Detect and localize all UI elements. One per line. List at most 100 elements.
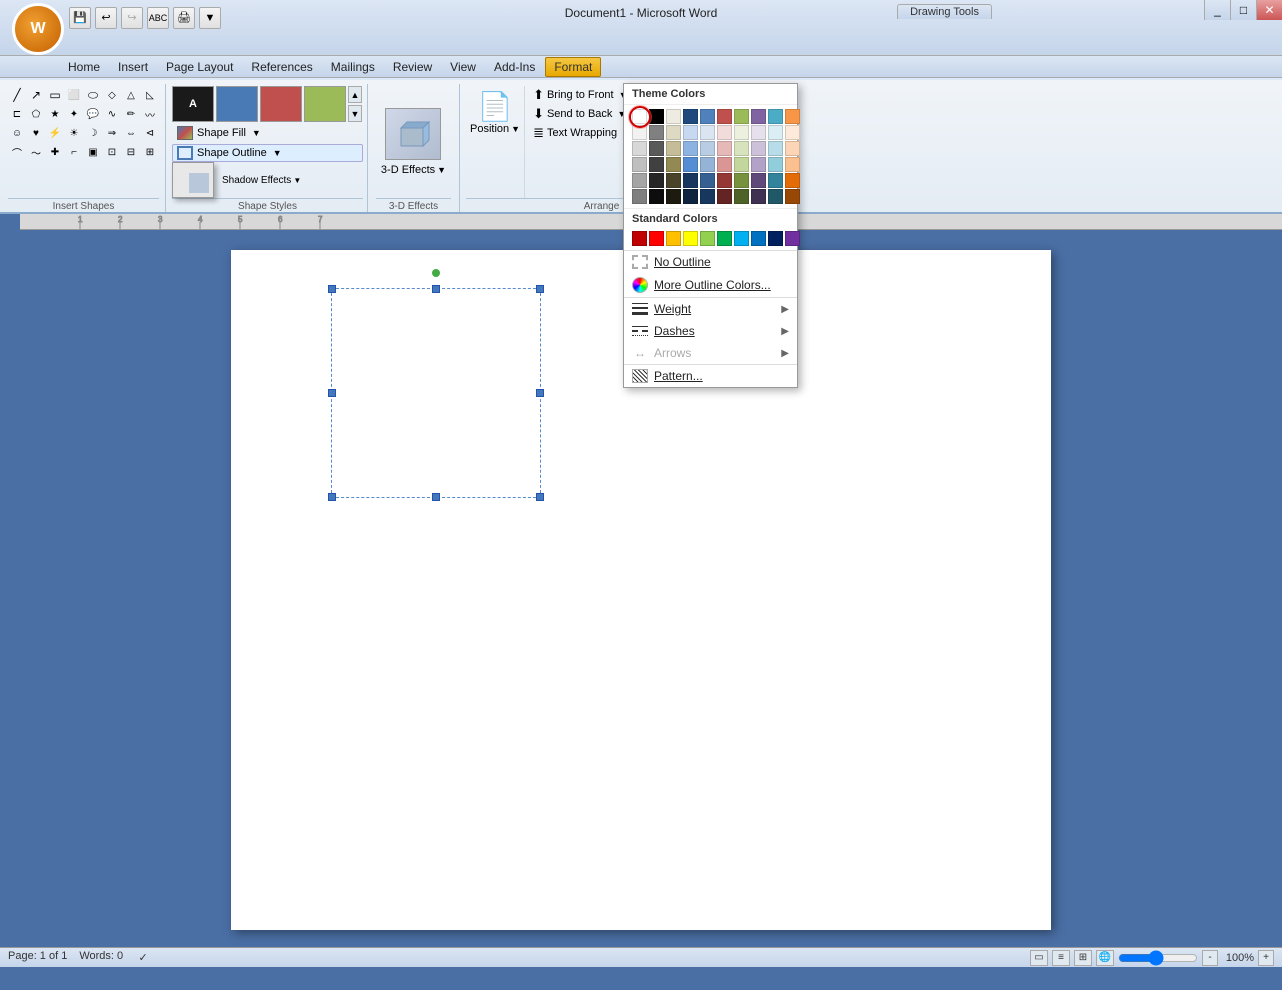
theme-color-cell[interactable]	[632, 189, 647, 204]
shape-bracket-btn[interactable]: ⌐	[65, 143, 83, 161]
shape-frame-btn[interactable]: ▣	[84, 143, 102, 161]
shape-pentagon-btn[interactable]: ⬠	[27, 105, 45, 123]
theme-color-cell[interactable]	[751, 173, 766, 188]
shape-diamond-btn[interactable]: ◇	[103, 86, 121, 104]
swatch-scroll-dn[interactable]: ▼	[348, 105, 362, 122]
minimize-btn[interactable]: _	[1204, 0, 1230, 20]
menu-addins[interactable]: Add-Ins	[486, 58, 543, 76]
shape-extra1-btn[interactable]: ⊟	[122, 143, 140, 161]
three-d-effects-btn[interactable]: 3-D Effects ▼	[381, 164, 446, 176]
theme-color-cell[interactable]	[666, 157, 681, 172]
shape-curve-btn[interactable]: ∿	[103, 105, 121, 123]
text-wrapping-btn[interactable]: ≣ Text Wrapping ▼	[529, 124, 635, 142]
standard-color-cell[interactable]	[751, 231, 766, 246]
theme-color-cell[interactable]	[785, 173, 800, 188]
print-preview-btn[interactable]: 🖨	[173, 7, 195, 29]
three-d-btn[interactable]	[385, 108, 441, 160]
theme-color-cell[interactable]	[683, 141, 698, 156]
theme-color-cell[interactable]	[768, 173, 783, 188]
theme-color-cell[interactable]	[666, 189, 681, 204]
shape-smiley-btn[interactable]: ☺	[8, 124, 26, 142]
shape-sun-btn[interactable]: ☀	[65, 124, 83, 142]
save-btn[interactable]: 💾	[69, 7, 91, 29]
view-outline-btn[interactable]: ≡	[1052, 950, 1070, 966]
standard-color-cell[interactable]	[666, 231, 681, 246]
handle-tr[interactable]	[536, 285, 544, 293]
swatch-1[interactable]: A	[172, 86, 214, 122]
shape-arrow-btn[interactable]: ↗	[27, 86, 45, 104]
menu-home[interactable]: Home	[60, 58, 108, 76]
bring-to-front-btn[interactable]: ⬆ Bring to Front ▼	[529, 86, 631, 104]
standard-color-cell[interactable]	[717, 231, 732, 246]
theme-color-cell[interactable]	[666, 125, 681, 140]
theme-color-cell[interactable]	[717, 125, 732, 140]
handle-bl[interactable]	[328, 493, 336, 501]
standard-color-cell[interactable]	[734, 231, 749, 246]
menu-page-layout[interactable]: Page Layout	[158, 58, 241, 76]
shape-doublearrow-btn[interactable]: ⇔	[122, 124, 140, 142]
undo-btn[interactable]: ↩	[95, 7, 117, 29]
shape-notch-btn[interactable]: ⊲	[141, 124, 159, 142]
theme-color-cell[interactable]	[666, 109, 681, 124]
maximize-btn[interactable]: □	[1230, 0, 1256, 20]
theme-color-cell[interactable]	[649, 173, 664, 188]
swatch-4[interactable]	[304, 86, 346, 122]
view-web-btn[interactable]: 🌐	[1096, 950, 1114, 966]
theme-color-cell[interactable]	[700, 125, 715, 140]
swatch-3[interactable]	[260, 86, 302, 122]
selected-shape[interactable]	[331, 288, 541, 498]
theme-color-cell[interactable]	[751, 189, 766, 204]
theme-color-cell[interactable]	[751, 125, 766, 140]
menu-view[interactable]: View	[442, 58, 484, 76]
theme-color-cell[interactable]	[717, 109, 732, 124]
shape-callout-btn[interactable]: 💬	[84, 105, 102, 123]
shape-rtri-btn[interactable]: ◺	[141, 86, 159, 104]
no-outline-item[interactable]: No Outline	[624, 251, 797, 273]
shape-wave-btn[interactable]: 〜	[27, 143, 45, 161]
shape-moon-btn[interactable]: ☽	[84, 124, 102, 142]
theme-color-cell[interactable]	[632, 109, 647, 124]
close-btn[interactable]: ✕	[1256, 0, 1282, 20]
shape-line-btn[interactable]: ╱	[8, 86, 26, 104]
theme-color-cell[interactable]	[700, 173, 715, 188]
shape-starburst-btn[interactable]: ✦	[65, 105, 83, 123]
shape-star-btn[interactable]: ★	[46, 105, 64, 123]
theme-color-cell[interactable]	[717, 141, 732, 156]
theme-color-cell[interactable]	[717, 189, 732, 204]
shape-heart-btn[interactable]: ♥	[27, 124, 45, 142]
spell-check-icon[interactable]: ✓	[135, 950, 151, 966]
zoom-slider[interactable]	[1118, 952, 1198, 964]
shape-freeform-btn[interactable]: ✏	[122, 105, 140, 123]
theme-color-cell[interactable]	[768, 157, 783, 172]
theme-color-cell[interactable]	[785, 141, 800, 156]
menu-references[interactable]: References	[243, 58, 320, 76]
theme-color-cell[interactable]	[700, 157, 715, 172]
theme-color-cell[interactable]	[632, 173, 647, 188]
shadow-box[interactable]	[172, 162, 214, 198]
shape-curve2-btn[interactable]: ⌒	[8, 143, 26, 161]
shape-plus-btn[interactable]: ✚	[46, 143, 64, 161]
theme-color-cell[interactable]	[632, 141, 647, 156]
theme-color-cell[interactable]	[717, 157, 732, 172]
theme-color-cell[interactable]	[649, 189, 664, 204]
shape-block-arrow-btn[interactable]: ⇒	[103, 124, 121, 142]
pattern-item[interactable]: Pattern...	[624, 365, 797, 387]
theme-color-cell[interactable]	[683, 157, 698, 172]
theme-color-cell[interactable]	[734, 109, 749, 124]
handle-ml[interactable]	[328, 389, 336, 397]
standard-color-cell[interactable]	[768, 231, 783, 246]
office-button[interactable]: W	[12, 3, 64, 55]
theme-color-cell[interactable]	[734, 189, 749, 204]
customize-btn[interactable]: ▼	[199, 7, 221, 29]
theme-color-cell[interactable]	[785, 125, 800, 140]
handle-bc[interactable]	[432, 493, 440, 501]
swatch-2[interactable]	[216, 86, 258, 122]
theme-color-cell[interactable]	[649, 109, 664, 124]
theme-color-cell[interactable]	[649, 157, 664, 172]
position-btn[interactable]: Position ▼	[470, 123, 520, 135]
theme-color-cell[interactable]	[632, 157, 647, 172]
shape-rounded-rect-btn[interactable]: ⬜	[65, 86, 83, 104]
handle-br[interactable]	[536, 493, 544, 501]
shape-outline-btn[interactable]: Shape Outline ▼	[172, 144, 363, 162]
theme-color-cell[interactable]	[751, 141, 766, 156]
